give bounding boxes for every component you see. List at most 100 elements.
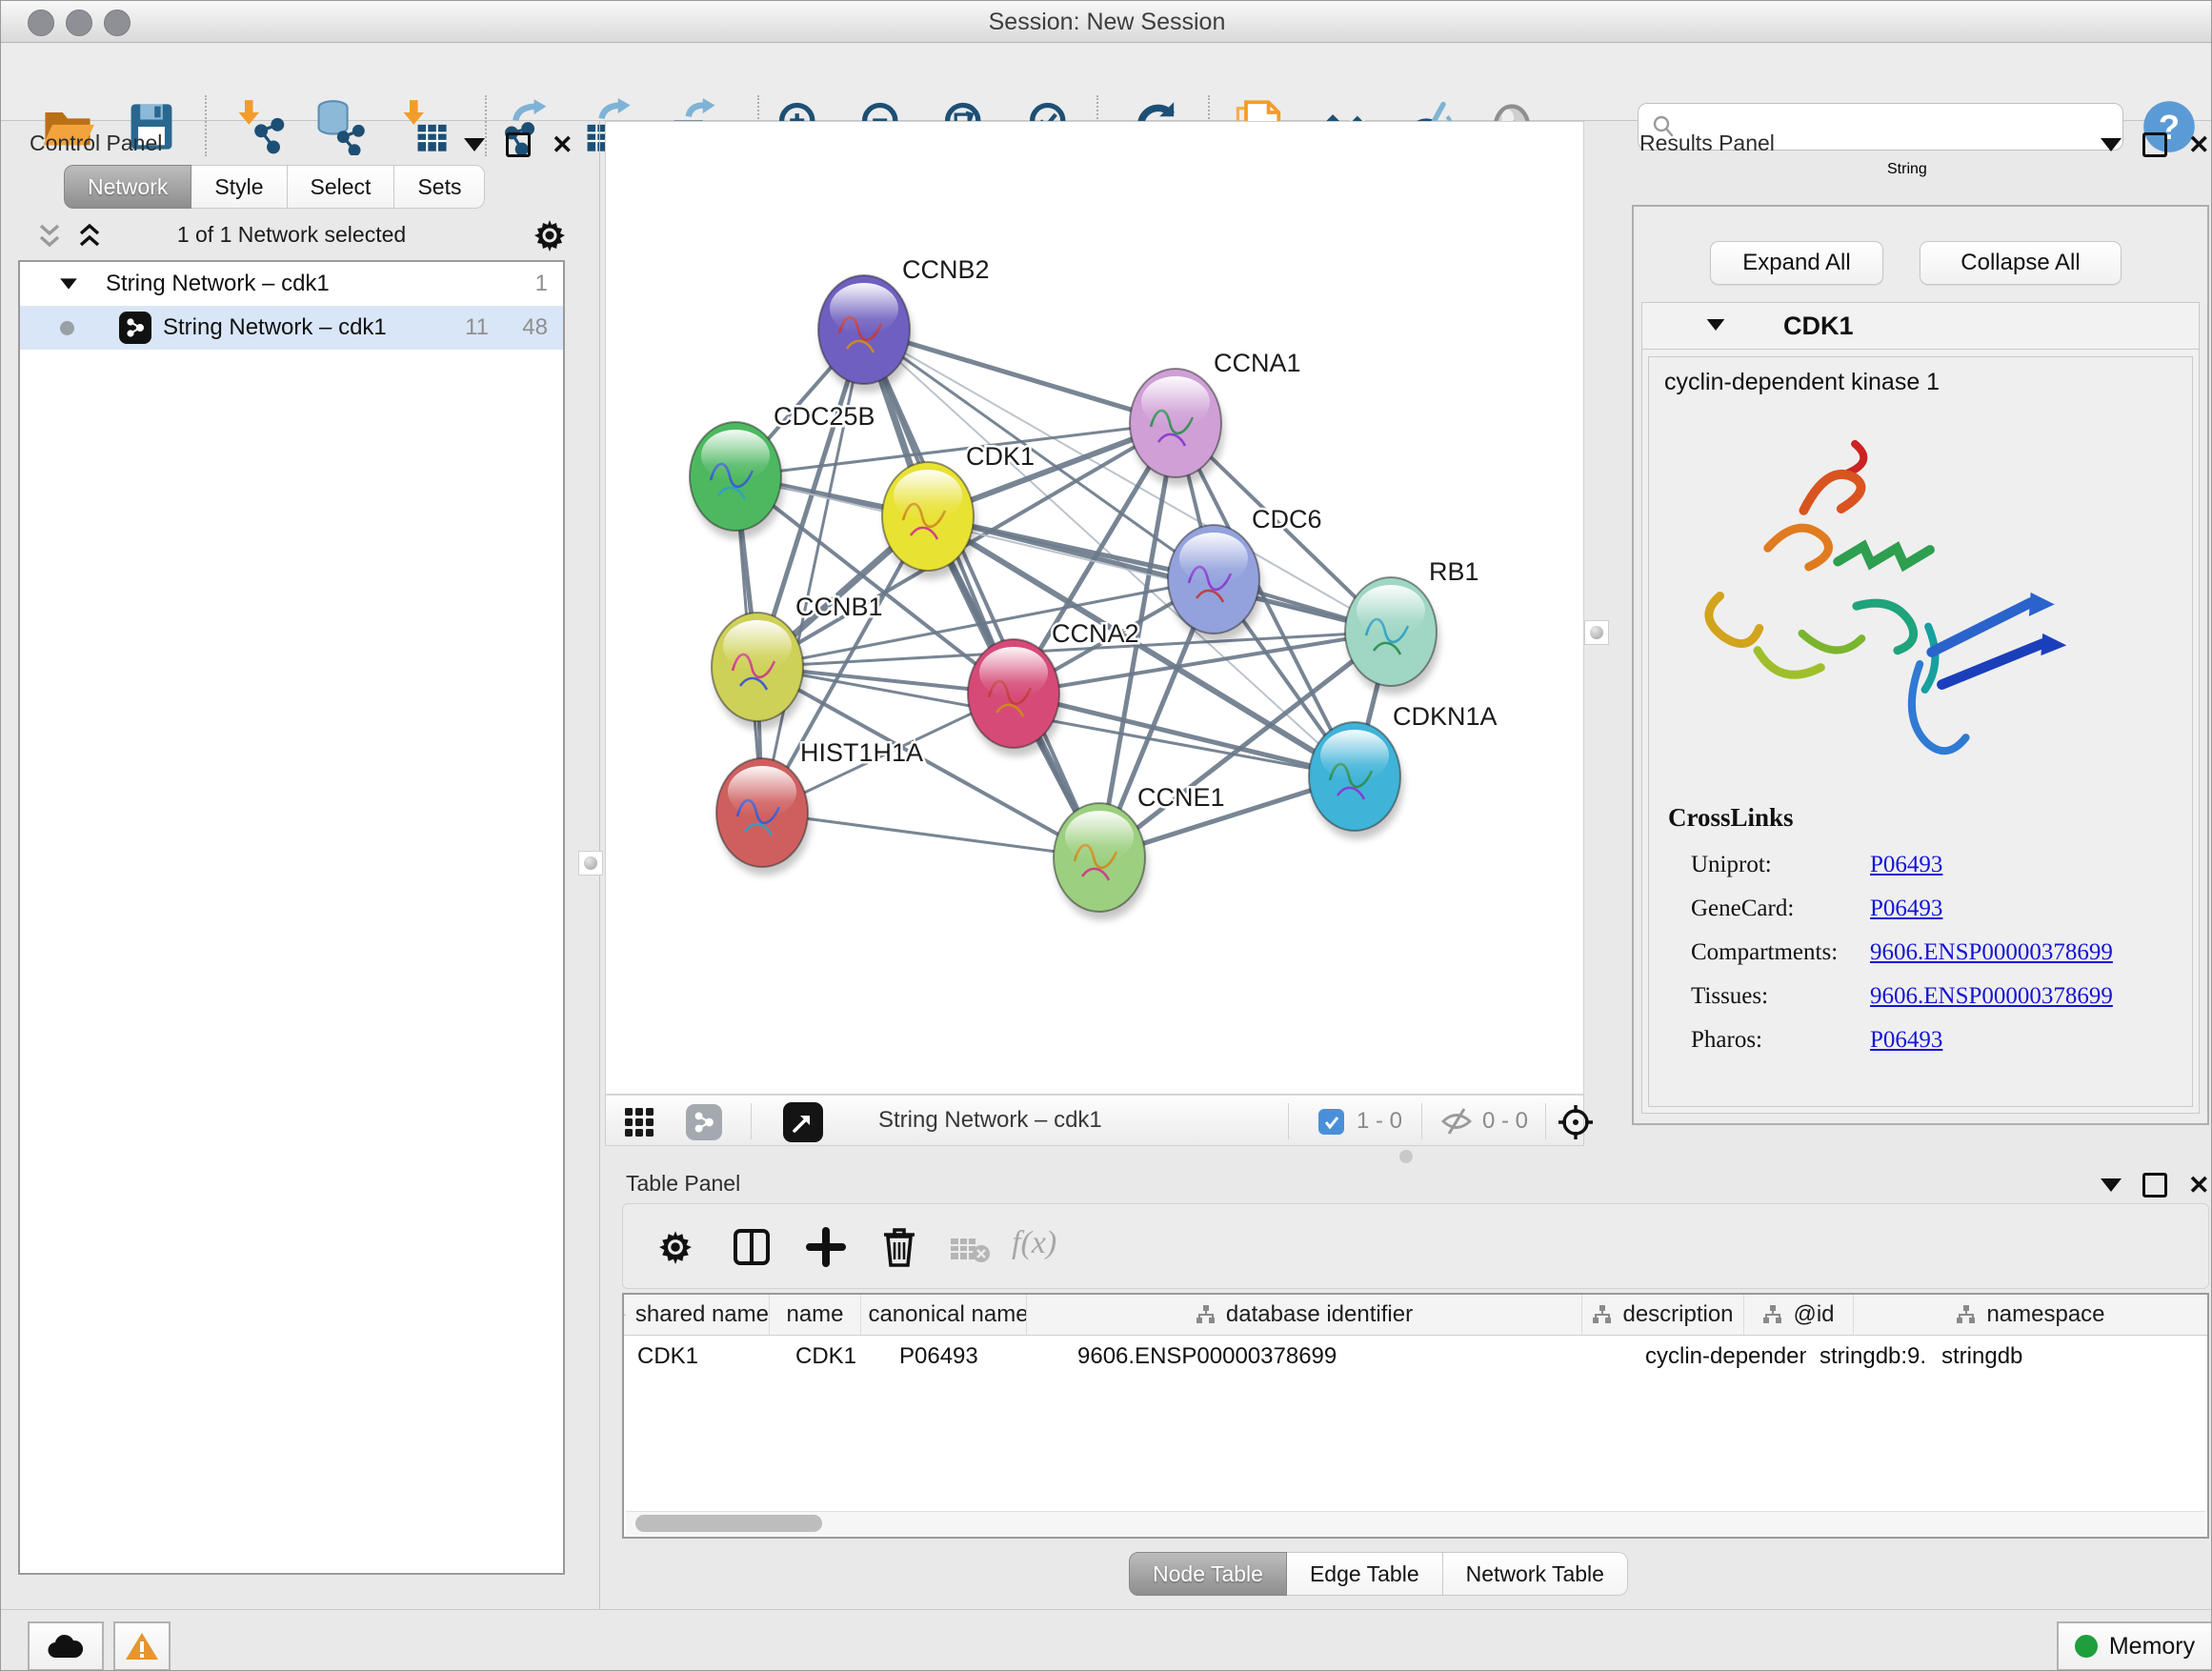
cell-shared-name[interactable]: CDK1 [624,1336,782,1378]
memory-status-dot [2075,1635,2098,1658]
maximize-panel-icon[interactable] [2142,132,2167,157]
hidden-counts: 0 - 0 [1482,1108,1528,1135]
cell-id[interactable]: stringdb:9... [1806,1336,1928,1378]
string-app-icon [119,312,151,344]
crosslink-value[interactable]: P06493 [1870,852,1942,878]
results-panel-window-buttons: ✕ [2101,132,2210,157]
crosslink-value[interactable]: P06493 [1870,1027,1942,1054]
tab-string[interactable]: String [1860,161,1954,178]
gene-detail-card: cyclin-dependent kinase 1 [1648,356,2193,1107]
selected-checkbox-icon[interactable] [1318,1109,1344,1135]
status-bar: Memory [1,1609,2212,1671]
crosshair-icon[interactable] [1557,1103,1595,1141]
left-splitter-handle[interactable] [578,851,603,876]
network-collection-row[interactable]: String Network – cdk1 1 [20,262,563,306]
network-node-CCNA1[interactable]: CCNA1 [1130,349,1301,486]
crosslink-value[interactable]: P06493 [1870,896,1942,922]
network-label: String Network – cdk1 [163,314,387,341]
memory-button[interactable]: Memory [2057,1621,2212,1671]
table-panel-title: Table Panel [626,1171,740,1197]
expand-all-button[interactable]: Expand All [1710,241,1883,285]
network-node-CDC6[interactable]: CDC6 [1168,505,1322,642]
window-title: Session: New Session [1,9,2212,36]
tab-select[interactable]: Select [288,165,395,209]
table-panel-window-buttons: ✕ [2101,1173,2210,1198]
function-builder-icon-disabled: f(x) [1012,1225,1056,1261]
network-canvas[interactable]: CCNB2CCNA1CDC25BCDK1CDC6RB1CCNB1CCNA2CDK… [605,121,1584,1095]
node-label-CDC25B: CDC25B [774,402,875,431]
cloud-icon [47,1633,85,1660]
network-edge[interactable] [762,813,1099,857]
table-row[interactable]: CDK1 CDK1 P06493 9606.ENSP00000378699 cy… [624,1336,2207,1378]
column-header-canonical-name[interactable]: canonical name [861,1295,1027,1335]
column-header-name[interactable]: name [770,1295,861,1335]
table-settings-gear-icon[interactable] [657,1229,694,1265]
table-horizontal-scrollbar[interactable] [626,1511,2205,1535]
delete-column-icon[interactable] [878,1225,920,1269]
maximize-panel-icon[interactable] [506,132,531,157]
node-results-list: CDK1 cyclin-dependent kinase 1 [1641,302,2200,1114]
string-view-icon[interactable] [686,1104,722,1140]
title-bar: Session: New Session [1,1,2212,43]
collapse-tree-icon[interactable] [60,278,77,289]
network-node-CDC25B[interactable]: CDC25B [690,402,875,539]
toolbar-separator [1421,1103,1422,1139]
network-graph[interactable]: CCNB2CCNA1CDC25BCDK1CDC6RB1CCNB1CCNA2CDK… [606,122,1583,1094]
network-collection-label: String Network – cdk1 [106,271,330,297]
show-columns-icon[interactable] [732,1227,772,1267]
main-toolbar: ? [1,44,2212,121]
column-header-shared-name[interactable]: shared name [624,1295,770,1335]
gear-icon[interactable] [533,218,567,252]
crosslink-label: Uniprot: [1691,852,1870,878]
network-node-HIST1H1A[interactable]: HIST1H1A [716,738,923,876]
column-header-description[interactable]: description [1582,1295,1744,1335]
cell-database-identifier[interactable]: 9606.ENSP00000378699 [1064,1336,1632,1378]
network-node-CDK1[interactable]: CDK1 [882,442,1035,579]
crosslink-value[interactable]: 9606.ENSP00000378699 [1870,939,2113,966]
float-panel-icon[interactable] [2101,1178,2122,1192]
grid-view-icon[interactable] [623,1106,655,1138]
close-panel-icon[interactable]: ✕ [2188,1176,2210,1195]
maximize-panel-icon[interactable] [2142,1173,2167,1198]
right-splitter-handle[interactable] [1584,620,1609,645]
tab-sets[interactable]: Sets [394,165,485,209]
network-row-selected[interactable]: String Network – cdk1 11 48 [20,306,563,350]
collapse-gene-icon[interactable] [1707,319,1725,331]
tab-network[interactable]: Network [64,165,191,209]
float-panel-icon[interactable] [2101,138,2122,151]
crosslink-value[interactable]: 9606.ENSP00000378699 [1870,983,2113,1010]
birds-eye-view-icon[interactable] [783,1102,823,1142]
close-panel-icon[interactable]: ✕ [2188,135,2210,154]
network-node-CCNB2[interactable]: CCNB2 [818,255,990,393]
network-edge[interactable] [928,516,1391,632]
tab-edge-table[interactable]: Edge Table [1287,1552,1443,1596]
control-panel-title: Control Panel [30,131,162,156]
collapse-all-button[interactable]: Collapse All [1920,241,2122,285]
warnings-button[interactable] [113,1621,171,1671]
float-panel-icon[interactable] [464,138,485,151]
cell-namespace[interactable]: stringdb [1928,1336,2207,1378]
hidden-elements-icon[interactable] [1440,1107,1473,1136]
column-header-namespace[interactable]: namespace [1854,1295,2207,1335]
cell-name[interactable]: CDK1 [782,1336,886,1378]
cell-description[interactable]: cyclin-dependent ... [1632,1336,1806,1378]
group-column-icon [1762,1304,1783,1325]
network-node-RB1[interactable]: RB1 [1345,557,1479,695]
results-panel-title: Results Panel [1639,131,1775,156]
network-edge[interactable] [864,330,1099,857]
column-header-id[interactable]: @id [1744,1295,1854,1335]
application-window: Session: New Session [0,0,2212,1671]
cell-canonical-name[interactable]: P06493 [886,1336,1064,1378]
tab-network-table[interactable]: Network Table [1443,1552,1628,1596]
scrollbar-thumb[interactable] [635,1515,822,1532]
column-header-database-identifier[interactable]: database identifier [1027,1295,1582,1335]
tab-style[interactable]: Style [191,165,287,209]
tab-node-table[interactable]: Node Table [1129,1552,1287,1596]
network-node-CDKN1A[interactable]: CDKN1A [1309,702,1498,839]
control-panel-window-buttons: ✕ [464,132,573,157]
network-node-CCNE1[interactable]: CCNE1 [1054,783,1225,920]
gene-header-row[interactable]: CDK1 [1642,303,2199,350]
cloud-status-button[interactable] [28,1621,104,1671]
add-column-icon[interactable] [806,1227,846,1267]
close-panel-icon[interactable]: ✕ [552,135,573,154]
